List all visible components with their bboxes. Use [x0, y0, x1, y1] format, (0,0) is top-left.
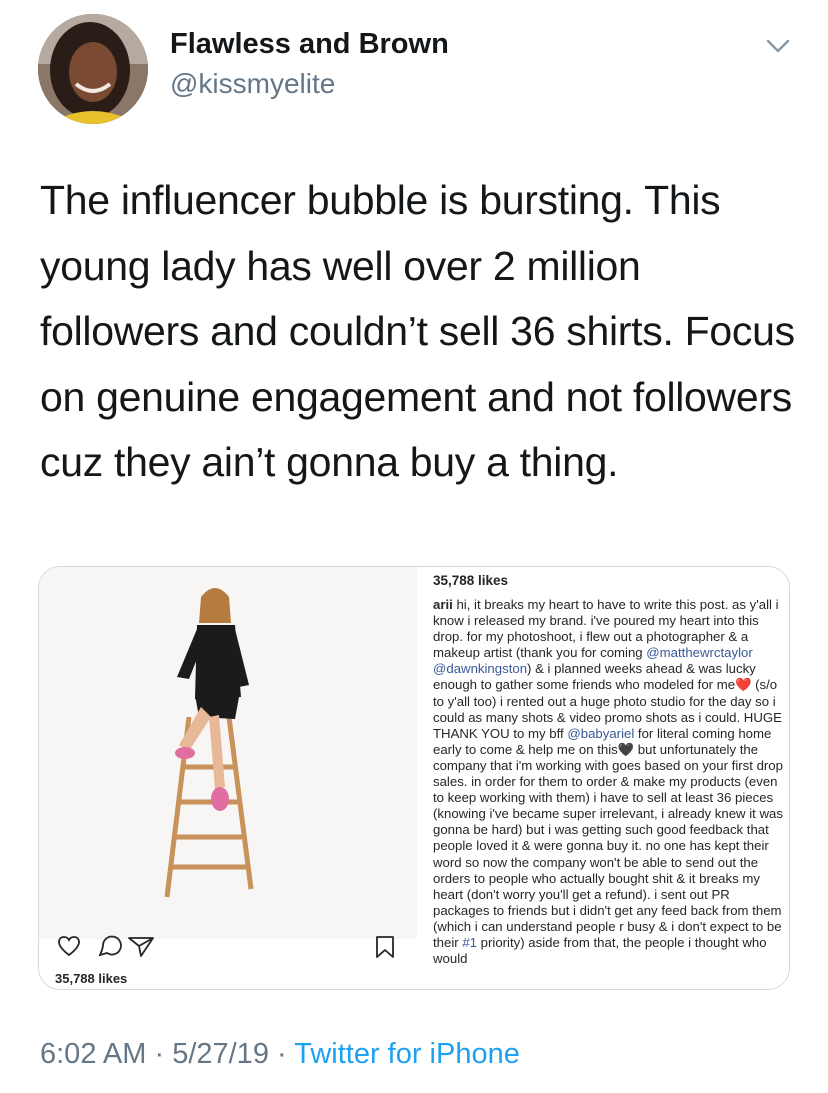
post-photo	[39, 567, 417, 939]
mention-link: @matthewrctaylor	[646, 645, 753, 661]
avatar[interactable]	[38, 14, 148, 124]
tweet-source-link[interactable]: Twitter for iPhone	[294, 1038, 520, 1070]
likes-count: 35,788 likes	[55, 971, 128, 986]
tweet-time: 6:02 AM	[40, 1038, 147, 1070]
share-icon	[128, 937, 154, 957]
post-caption: arii hi, it breaks my heart to have to w…	[433, 597, 783, 967]
instagram-caption-panel: 35,788 likes arii hi, it breaks my heart…	[425, 567, 789, 989]
red-heart-icon: ❤️	[735, 677, 752, 693]
mention-link: @babyariel	[567, 725, 635, 741]
caption-text: but unfortunately the company that i'm w…	[433, 741, 783, 950]
tweet-text: The influencer bubble is bursting. This …	[40, 177, 795, 485]
embedded-image[interactable]: 35,788 likes 35,788 likes arii hi, it br…	[38, 566, 790, 990]
meta-separator: ·	[268, 1038, 295, 1070]
user-display-name[interactable]: Flawless and Brown	[170, 28, 449, 61]
tweet-meta: 6:02 AM · 5/27/19 · Twitter for iPhone	[40, 1038, 520, 1071]
caption-text: priority) aside from that, the people i …	[433, 934, 767, 967]
hashtag-link: #1	[462, 934, 477, 950]
meta-separator: ·	[146, 1038, 173, 1070]
instagram-actions	[58, 935, 154, 957]
heart-icon	[58, 936, 80, 957]
comment-icon	[98, 935, 122, 957]
mention-link: @dawnkingston	[433, 661, 528, 677]
user-handle[interactable]: @kissmyelite	[170, 68, 335, 100]
black-heart-icon: 🖤	[617, 741, 635, 757]
tweet-date: 5/27/19	[172, 1038, 269, 1070]
caption-username: arii	[433, 597, 453, 612]
instagram-post-left: 35,788 likes	[39, 567, 417, 989]
avatar-image	[38, 14, 148, 124]
chevron-down-icon[interactable]	[764, 36, 792, 56]
likes-count: 35,788 likes	[433, 573, 509, 588]
bookmark-icon[interactable]	[373, 935, 397, 959]
